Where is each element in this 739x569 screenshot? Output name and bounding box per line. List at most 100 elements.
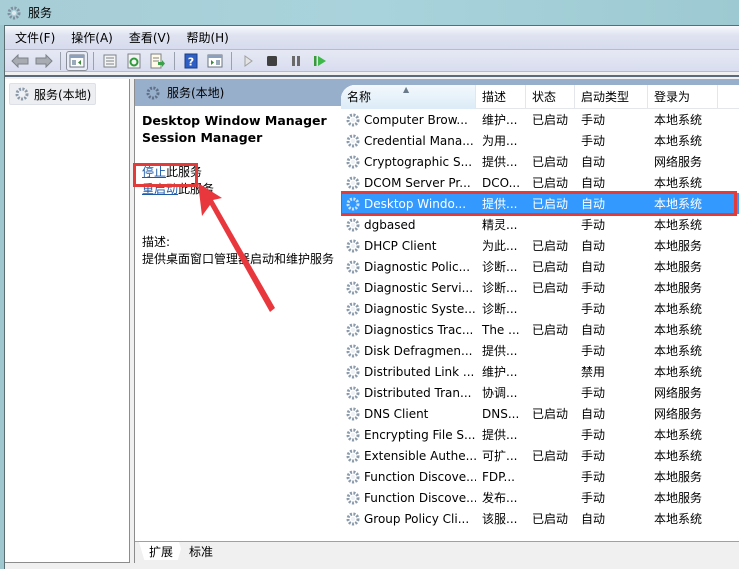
service-gear-icon	[345, 322, 361, 338]
cell-description: 可扩...	[482, 449, 518, 463]
cell-startup-type: 自动	[581, 176, 606, 190]
properties-button[interactable]	[99, 51, 121, 71]
cell-status: 已启动	[532, 239, 569, 253]
cell-log-on-as: 本地系统	[654, 344, 703, 358]
column-header-status-label: 状态	[532, 90, 557, 104]
table-row[interactable]: Distributed Tran... 协调... 手动 网络服务	[341, 382, 739, 403]
table-row[interactable]: Cryptographic S... 提供... 已启动 自动 网络服务	[341, 151, 739, 172]
service-actions: 停止此服务 重启动此服务	[142, 164, 334, 198]
cell-startup-type: 自动	[581, 155, 606, 169]
back-button[interactable]	[9, 51, 31, 71]
service-name: Disk Defragmen...	[364, 343, 473, 358]
table-row[interactable]: DNS Client DNS... 已启动 自动 网络服务	[341, 403, 739, 424]
cell-startup-type: 手动	[581, 281, 606, 295]
restart-service-link[interactable]: 重启动	[142, 182, 178, 196]
menu-action[interactable]: 操作(A)	[71, 29, 113, 46]
table-row[interactable]: Diagnostic Polic... 诊断... 已启动 自动 本地服务	[341, 256, 739, 277]
cell-description: 维护...	[482, 113, 518, 127]
services-list: 名称 ▲ 描述 状态 启动类型 登录为 Computer Brow... 维护.…	[341, 85, 739, 541]
cell-startup-type: 禁用	[581, 365, 606, 379]
cell-description: 诊断...	[482, 302, 518, 316]
table-row[interactable]: Encrypting File S... 提供... 手动 本地系统	[341, 424, 739, 445]
table-row[interactable]: Function Discove... FDP... 手动 本地服务	[341, 466, 739, 487]
table-row[interactable]: Extensible Authe... 可扩... 已启动 手动 本地系统	[341, 445, 739, 466]
table-row[interactable]: Distributed Link ... 维护... 禁用 本地系统	[341, 361, 739, 382]
table-row[interactable]: Diagnostic Syste... 诊断... 手动 本地系统	[341, 298, 739, 319]
cell-log-on-as: 本地系统	[654, 428, 703, 442]
table-row[interactable]: DCOM Server Pr... DCO... 已启动 自动 本地系统	[341, 172, 739, 193]
refresh-icon	[127, 53, 141, 68]
help-button[interactable]: ?	[180, 51, 202, 71]
stop-service-button[interactable]	[261, 51, 283, 71]
table-row[interactable]: Function Discove... 发布... 手动 本地服务	[341, 487, 739, 508]
cell-name: Diagnostics Trac...	[341, 322, 476, 338]
table-row[interactable]: Disk Defragmen... 提供... 手动 本地系统	[341, 340, 739, 361]
stop-service-link[interactable]: 停止	[142, 165, 166, 179]
cell-description: 诊断...	[482, 281, 518, 295]
service-gear-icon	[345, 175, 361, 191]
cell-description: 诊断...	[482, 260, 518, 274]
toolbar-separator	[231, 51, 232, 70]
cell-name: Diagnostic Syste...	[341, 301, 476, 317]
cell-startup-type: 自动	[581, 197, 606, 211]
cell-startup-type: 自动	[581, 407, 606, 421]
show-action-pane-icon	[207, 54, 223, 67]
forward-button[interactable]	[33, 51, 55, 71]
table-row[interactable]: DHCP Client 为此... 已启动 自动 本地服务	[341, 235, 739, 256]
description-label: 描述:	[142, 235, 171, 249]
cell-status: 已启动	[532, 512, 569, 526]
tab-standard-label: 标准	[189, 544, 214, 559]
cell-log-on-as: 本地服务	[654, 281, 703, 295]
service-name: dgbased	[364, 217, 416, 232]
export-list-button[interactable]	[147, 51, 169, 71]
table-row[interactable]: Credential Mana... 为用... 手动 本地系统	[341, 130, 739, 151]
tab-extended-label: 扩展	[149, 544, 174, 559]
tree-item-services-local[interactable]: 服务(本地)	[9, 83, 97, 105]
service-name: Distributed Tran...	[364, 385, 472, 400]
table-row[interactable]: Group Policy Cli... 该服... 已启动 自动 本地系统	[341, 508, 739, 529]
column-header-log-on-as[interactable]: 登录为	[648, 85, 718, 109]
cell-startup-type: 手动	[581, 344, 606, 358]
cell-startup-type: 自动	[581, 239, 606, 253]
refresh-button[interactable]	[123, 51, 145, 71]
menu-help[interactable]: 帮助(H)	[186, 29, 228, 46]
toolbar-separator	[174, 51, 175, 70]
column-header-description[interactable]: 描述	[476, 85, 526, 109]
table-row[interactable]: dgbased 精灵... 手动 本地系统	[341, 214, 739, 235]
table-row-selected[interactable]: Desktop Windo... 提供... 已启动 自动 本地系统	[341, 191, 739, 216]
service-name: Cryptographic S...	[364, 154, 473, 169]
cell-name: Distributed Tran...	[341, 385, 476, 401]
service-gear-icon	[345, 112, 361, 128]
service-gear-icon	[345, 448, 361, 464]
start-service-button[interactable]	[237, 51, 259, 71]
pause-service-icon	[292, 55, 300, 66]
column-header-startup-type[interactable]: 启动类型	[575, 85, 648, 109]
cell-name: DCOM Server Pr...	[341, 175, 476, 191]
service-name: DCOM Server Pr...	[364, 175, 471, 190]
table-row[interactable]: Diagnostics Trac... The ... 已启动 自动 本地系统	[341, 319, 739, 340]
cell-startup-type: 手动	[581, 134, 606, 148]
show-action-pane-button[interactable]	[204, 51, 226, 71]
table-row[interactable]: Computer Brow... 维护... 已启动 手动 本地系统	[341, 109, 739, 130]
restart-service-button[interactable]	[309, 51, 331, 71]
cell-log-on-as: 本地系统	[654, 302, 703, 316]
service-gear-icon	[345, 469, 361, 485]
pause-service-button[interactable]	[285, 51, 307, 71]
menu-view[interactable]: 查看(V)	[129, 29, 171, 46]
column-header-status[interactable]: 状态	[526, 85, 575, 109]
tab-standard[interactable]: 标准	[179, 542, 224, 560]
cell-startup-type: 手动	[581, 302, 606, 316]
forward-arrow-icon	[35, 53, 53, 68]
cell-startup-type: 手动	[581, 113, 606, 127]
cell-name: Computer Brow...	[341, 112, 476, 128]
tab-extended[interactable]: 扩展	[139, 542, 184, 560]
cell-status: 已启动	[532, 113, 569, 127]
cell-name: Distributed Link ...	[341, 364, 476, 380]
cell-name: Cryptographic S...	[341, 154, 476, 170]
cell-startup-type: 手动	[581, 470, 606, 484]
cell-description: DNS...	[482, 406, 520, 421]
table-row[interactable]: Diagnostic Servi... 诊断... 已启动 手动 本地服务	[341, 277, 739, 298]
cell-name: Function Discove...	[341, 469, 476, 485]
menu-file[interactable]: 文件(F)	[15, 29, 55, 46]
show-hide-console-tree-button[interactable]	[66, 50, 88, 71]
